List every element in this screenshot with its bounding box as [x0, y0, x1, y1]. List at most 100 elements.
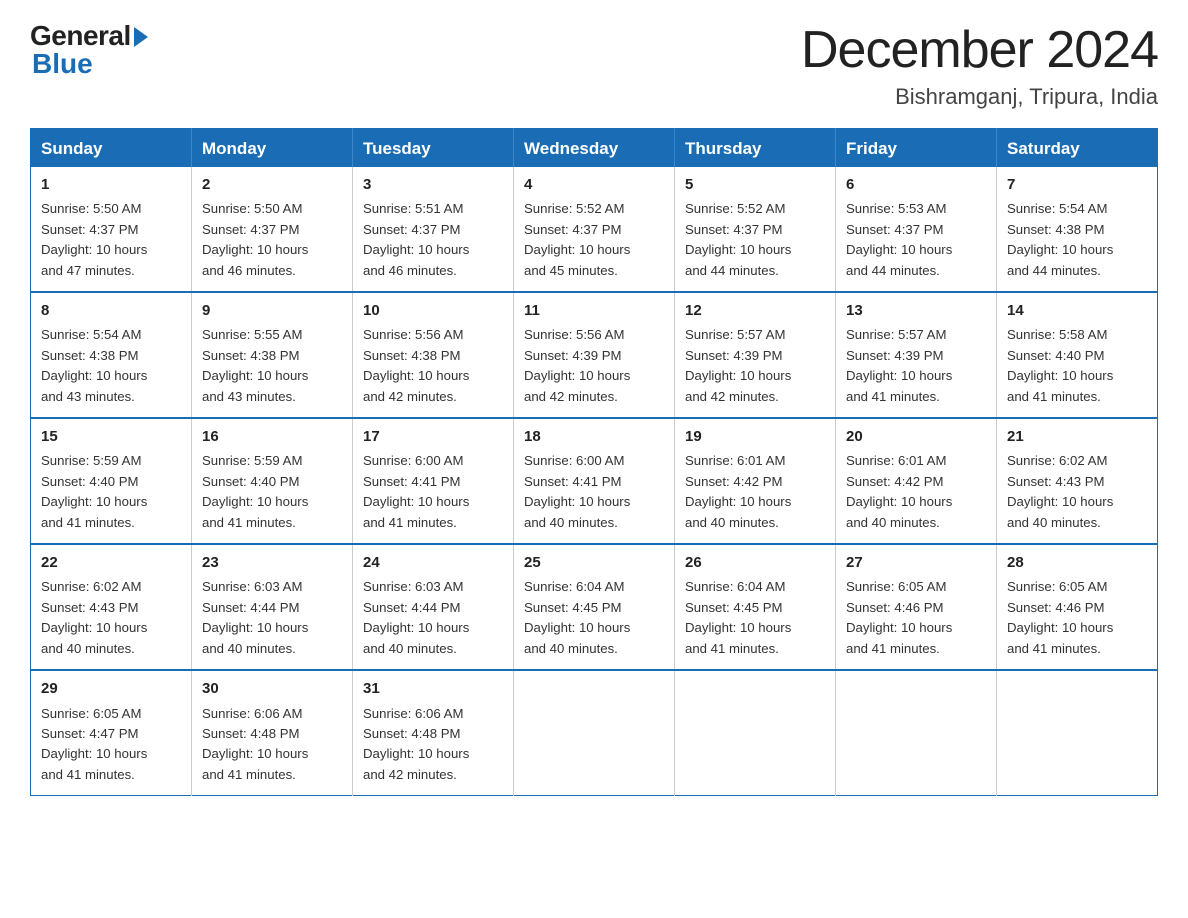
calendar-cell: 15Sunrise: 5:59 AM Sunset: 4:40 PM Dayli…: [31, 418, 192, 544]
calendar-week-row: 15 Sunrise: 5:59 AM Sunset: 4:40 PM Dayli…: [31, 418, 1158, 544]
day-info: Sunrise: 5:54 AM Sunset: 4:38 PM Dayligh…: [1007, 199, 1149, 281]
calendar-cell: 3Sunrise: 5:51 AM Sunset: 4:37 PM Daylig…: [353, 167, 514, 292]
calendar-cell: 28 Sunrise: 6:05 AM Sunset: 4:46 PM Dayli…: [997, 544, 1158, 670]
day-info: Sunrise: 6:03 AM Sunset: 4:44 PM Dayligh…: [202, 577, 344, 659]
calendar-cell: 11 Sunrise: 5:56 AM Sunset: 4:39 PM Dayli…: [514, 292, 675, 418]
calendar-cell: 17 Sunrise: 6:00 AM Sunset: 4:41 PM Dayli…: [353, 418, 514, 544]
page-header: General Blue December 2024 Bishramganj, …: [30, 20, 1158, 110]
day-number: 5: [685, 173, 827, 196]
day-number: 18: [524, 425, 666, 448]
calendar-cell: 7 Sunrise: 5:54 AM Sunset: 4:38 PM Daylig…: [997, 167, 1158, 292]
calendar-week-row: 22Sunrise: 6:02 AM Sunset: 4:43 PM Dayli…: [31, 544, 1158, 670]
day-info: Sunrise: 5:50 AM Sunset: 4:37 PM Dayligh…: [202, 199, 344, 281]
calendar-cell: 10 Sunrise: 5:56 AM Sunset: 4:38 PM Dayli…: [353, 292, 514, 418]
calendar-cell: 14 Sunrise: 5:58 AM Sunset: 4:40 PM Dayli…: [997, 292, 1158, 418]
day-number: 13: [846, 299, 988, 322]
day-info: Sunrise: 6:04 AM Sunset: 4:45 PM Dayligh…: [524, 577, 666, 659]
day-number: 12: [685, 299, 827, 322]
calendar-day-header: Monday: [192, 129, 353, 168]
calendar-cell: 31 Sunrise: 6:06 AM Sunset: 4:48 PM Dayli…: [353, 670, 514, 796]
calendar-week-row: 1 Sunrise: 5:50 AM Sunset: 4:37 PM Daylig…: [31, 167, 1158, 292]
day-info: Sunrise: 6:01 AM Sunset: 4:42 PM Dayligh…: [846, 451, 988, 533]
day-info: Sunrise: 6:05 AM Sunset: 4:46 PM Dayligh…: [1007, 577, 1149, 659]
calendar-day-header: Saturday: [997, 129, 1158, 168]
day-number: 17: [363, 425, 505, 448]
day-number: 1: [41, 173, 183, 196]
day-info: Sunrise: 6:00 AM Sunset: 4:41 PM Dayligh…: [524, 451, 666, 533]
calendar-cell: 13 Sunrise: 5:57 AM Sunset: 4:39 PM Dayli…: [836, 292, 997, 418]
day-info: Sunrise: 6:01 AM Sunset: 4:42 PM Dayligh…: [685, 451, 827, 533]
calendar-table: SundayMondayTuesdayWednesdayThursdayFrid…: [30, 128, 1158, 796]
day-number: 9: [202, 299, 344, 322]
day-info: Sunrise: 6:05 AM Sunset: 4:46 PM Dayligh…: [846, 577, 988, 659]
calendar-cell: 18 Sunrise: 6:00 AM Sunset: 4:41 PM Dayli…: [514, 418, 675, 544]
day-number: 7: [1007, 173, 1149, 196]
calendar-day-header: Sunday: [31, 129, 192, 168]
calendar-cell: 5Sunrise: 5:52 AM Sunset: 4:37 PM Daylig…: [675, 167, 836, 292]
day-info: Sunrise: 5:54 AM Sunset: 4:38 PM Dayligh…: [41, 325, 183, 407]
day-number: 24: [363, 551, 505, 574]
day-number: 16: [202, 425, 344, 448]
day-info: Sunrise: 5:56 AM Sunset: 4:39 PM Dayligh…: [524, 325, 666, 407]
day-number: 25: [524, 551, 666, 574]
calendar-day-header: Thursday: [675, 129, 836, 168]
day-number: 4: [524, 173, 666, 196]
day-info: Sunrise: 5:51 AM Sunset: 4:37 PM Dayligh…: [363, 199, 505, 281]
day-number: 11: [524, 299, 666, 322]
day-info: Sunrise: 5:57 AM Sunset: 4:39 PM Dayligh…: [685, 325, 827, 407]
day-info: Sunrise: 6:06 AM Sunset: 4:48 PM Dayligh…: [363, 704, 505, 786]
day-info: Sunrise: 5:52 AM Sunset: 4:37 PM Dayligh…: [524, 199, 666, 281]
calendar-cell: 1 Sunrise: 5:50 AM Sunset: 4:37 PM Daylig…: [31, 167, 192, 292]
day-number: 27: [846, 551, 988, 574]
day-number: 31: [363, 677, 505, 700]
day-info: Sunrise: 5:58 AM Sunset: 4:40 PM Dayligh…: [1007, 325, 1149, 407]
calendar-header-row: SundayMondayTuesdayWednesdayThursdayFrid…: [31, 129, 1158, 168]
day-number: 10: [363, 299, 505, 322]
calendar-cell: 8 Sunrise: 5:54 AM Sunset: 4:38 PM Daylig…: [31, 292, 192, 418]
day-number: 21: [1007, 425, 1149, 448]
day-info: Sunrise: 6:00 AM Sunset: 4:41 PM Dayligh…: [363, 451, 505, 533]
day-number: 8: [41, 299, 183, 322]
day-info: Sunrise: 5:50 AM Sunset: 4:37 PM Dayligh…: [41, 199, 183, 281]
day-number: 29: [41, 677, 183, 700]
day-info: Sunrise: 6:03 AM Sunset: 4:44 PM Dayligh…: [363, 577, 505, 659]
calendar-cell: 27 Sunrise: 6:05 AM Sunset: 4:46 PM Dayli…: [836, 544, 997, 670]
calendar-cell: [836, 670, 997, 796]
calendar-cell: 20Sunrise: 6:01 AM Sunset: 4:42 PM Dayli…: [836, 418, 997, 544]
day-number: 15: [41, 425, 183, 448]
day-info: Sunrise: 5:57 AM Sunset: 4:39 PM Dayligh…: [846, 325, 988, 407]
calendar-cell: 23 Sunrise: 6:03 AM Sunset: 4:44 PM Dayli…: [192, 544, 353, 670]
calendar-cell: 24 Sunrise: 6:03 AM Sunset: 4:44 PM Dayli…: [353, 544, 514, 670]
day-info: Sunrise: 6:05 AM Sunset: 4:47 PM Dayligh…: [41, 704, 183, 786]
calendar-cell: 22Sunrise: 6:02 AM Sunset: 4:43 PM Dayli…: [31, 544, 192, 670]
calendar-cell: 12 Sunrise: 5:57 AM Sunset: 4:39 PM Dayli…: [675, 292, 836, 418]
logo-blue-text: Blue: [30, 48, 93, 80]
calendar-cell: [514, 670, 675, 796]
logo: General Blue: [30, 20, 148, 80]
day-number: 28: [1007, 551, 1149, 574]
day-info: Sunrise: 6:02 AM Sunset: 4:43 PM Dayligh…: [41, 577, 183, 659]
calendar-day-header: Friday: [836, 129, 997, 168]
calendar-cell: 6Sunrise: 5:53 AM Sunset: 4:37 PM Daylig…: [836, 167, 997, 292]
day-info: Sunrise: 6:02 AM Sunset: 4:43 PM Dayligh…: [1007, 451, 1149, 533]
month-title: December 2024: [801, 20, 1158, 80]
day-number: 14: [1007, 299, 1149, 322]
calendar-cell: 19 Sunrise: 6:01 AM Sunset: 4:42 PM Dayli…: [675, 418, 836, 544]
day-number: 30: [202, 677, 344, 700]
calendar-week-row: 29 Sunrise: 6:05 AM Sunset: 4:47 PM Dayli…: [31, 670, 1158, 796]
day-number: 23: [202, 551, 344, 574]
day-info: Sunrise: 6:06 AM Sunset: 4:48 PM Dayligh…: [202, 704, 344, 786]
calendar-cell: 4 Sunrise: 5:52 AM Sunset: 4:37 PM Daylig…: [514, 167, 675, 292]
calendar-cell: 26Sunrise: 6:04 AM Sunset: 4:45 PM Dayli…: [675, 544, 836, 670]
calendar-day-header: Tuesday: [353, 129, 514, 168]
day-number: 19: [685, 425, 827, 448]
calendar-week-row: 8 Sunrise: 5:54 AM Sunset: 4:38 PM Daylig…: [31, 292, 1158, 418]
day-info: Sunrise: 5:59 AM Sunset: 4:40 PM Dayligh…: [202, 451, 344, 533]
day-number: 6: [846, 173, 988, 196]
day-info: Sunrise: 5:56 AM Sunset: 4:38 PM Dayligh…: [363, 325, 505, 407]
calendar-day-header: Wednesday: [514, 129, 675, 168]
day-info: Sunrise: 5:55 AM Sunset: 4:38 PM Dayligh…: [202, 325, 344, 407]
calendar-cell: 2 Sunrise: 5:50 AM Sunset: 4:37 PM Daylig…: [192, 167, 353, 292]
calendar-cell: [675, 670, 836, 796]
day-number: 2: [202, 173, 344, 196]
